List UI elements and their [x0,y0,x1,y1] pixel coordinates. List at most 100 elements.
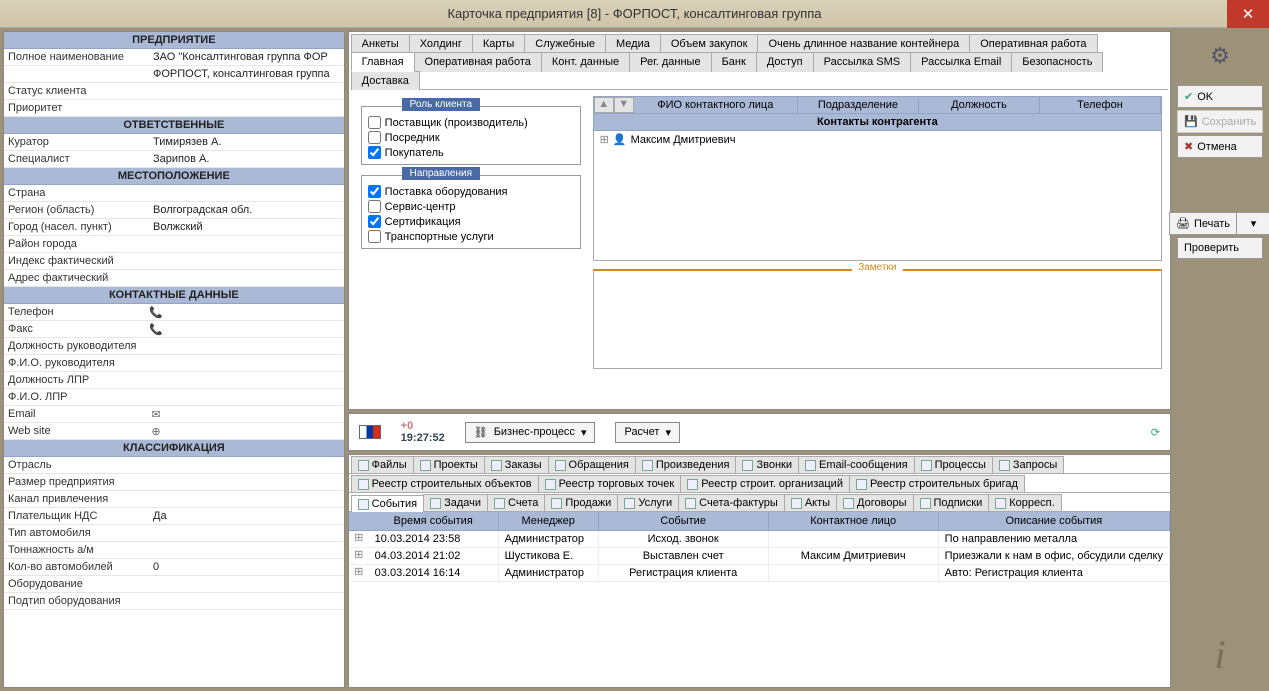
tab-Оперативная работа[interactable]: Оперативная работа [969,34,1097,53]
property-value[interactable] [149,345,344,347]
tab-Безопасность[interactable]: Безопасность [1011,52,1103,72]
calc-combo[interactable]: Расчет ▾ [615,422,680,443]
property-row[interactable]: ФОРПОСТ, консалтинговая группа [4,66,344,83]
property-value[interactable] [149,464,344,466]
tab-Очень длинное название контейнера[interactable]: Очень длинное название контейнера [757,34,970,53]
checkbox-Посредник[interactable]: Посредник [368,130,574,145]
checkbox-Поставка оборудования[interactable]: Поставка оборудования [368,184,574,199]
mini-tab-Счета[interactable]: Счета [487,494,545,511]
property-row[interactable]: КураторТимирязев А. [4,134,344,151]
property-value[interactable]: Зарипов А. [149,152,344,166]
mini-tab-Реестр строительных объектов[interactable]: Реестр строительных объектов [351,475,539,492]
property-row[interactable]: Подтип оборудования [4,593,344,610]
mini-tab-Звонки[interactable]: Звонки [735,456,799,473]
property-value[interactable] [149,107,344,109]
tab-Медиа[interactable]: Медиа [605,34,661,53]
checkbox-input[interactable] [368,131,381,144]
property-row[interactable]: Тип автомобиля [4,525,344,542]
property-row[interactable]: Индекс фактический [4,253,344,270]
col-event[interactable]: Событие [599,512,769,530]
property-value[interactable] [163,430,344,432]
mini-tab-Процессы[interactable]: Процессы [914,456,993,473]
col-manager[interactable]: Менеджер [499,512,599,530]
property-row[interactable]: Оборудование [4,576,344,593]
property-value[interactable] [163,328,344,330]
property-value[interactable] [149,243,344,245]
property-row[interactable]: Отрасль [4,457,344,474]
mini-tab-Продажи[interactable]: Продажи [544,494,618,511]
property-value[interactable] [163,413,344,415]
property-value[interactable]: ФОРПОСТ, консалтинговая группа [149,67,344,81]
move-up-button[interactable]: ▲ [594,97,614,113]
tab-Рассылка SMS[interactable]: Рассылка SMS [813,52,911,72]
tab-Банк[interactable]: Банк [711,52,757,72]
info-icon[interactable]: i [1176,631,1264,678]
tab-Доступ[interactable]: Доступ [756,52,814,72]
col-phone[interactable]: Телефон [1040,97,1161,113]
checkbox-input[interactable] [368,215,381,228]
property-row[interactable]: Адрес фактический [4,270,344,287]
col-fio[interactable]: ФИО контактного лица [634,97,798,113]
property-row[interactable]: Приоритет [4,100,344,117]
mini-tab-Задачи[interactable]: Задачи [423,494,488,511]
tab-Объем закупок[interactable]: Объем закупок [660,34,759,53]
mini-tab-Запросы[interactable]: Запросы [992,456,1064,473]
property-row[interactable]: Кол-во автомобилей0 [4,559,344,576]
mini-tab-Произведения[interactable]: Произведения [635,456,737,473]
expand-icon[interactable]: ⊞ [349,531,369,547]
checkbox-input[interactable] [368,146,381,159]
property-value[interactable] [149,192,344,194]
tab-Конт. данные[interactable]: Конт. данные [541,52,630,72]
tab-Доставка[interactable]: Доставка [351,71,420,90]
mini-tab-Корресп.[interactable]: Корресп. [988,494,1061,511]
property-row[interactable]: Плательщик НДСДа [4,508,344,525]
property-value[interactable] [163,311,344,313]
print-button[interactable]: 🖨Печать [1169,212,1237,235]
property-value[interactable] [149,90,344,92]
mini-tab-Подписки[interactable]: Подписки [913,494,990,511]
property-value[interactable]: ЗАО "Консалтинговая группа ФОР [149,50,344,64]
mini-tab-Услуги[interactable]: Услуги [617,494,679,511]
tab-Оперативная работа[interactable]: Оперативная работа [414,52,542,72]
gear-icon[interactable]: ⚙ [1210,43,1230,69]
mini-tab-Реестр строительных бригад[interactable]: Реестр строительных бригад [849,475,1025,492]
property-row[interactable]: Полное наименованиеЗАО "Консалтинговая г… [4,49,344,66]
tab-Главная[interactable]: Главная [351,52,415,72]
contacts-list[interactable]: ⊞ 👤 Максим Дмитриевич [593,131,1162,261]
checkbox-input[interactable] [368,200,381,213]
ok-button[interactable]: ✔OK [1177,85,1263,108]
tab-Служебные[interactable]: Служебные [524,34,606,53]
save-button[interactable]: 💾Сохранить [1177,110,1263,133]
property-row[interactable]: Ф.И.О. ЛПР [4,389,344,406]
col-dept[interactable]: Подразделение [798,97,919,113]
col-desc[interactable]: Описание события [939,512,1170,530]
tab-Холдинг[interactable]: Холдинг [409,34,473,53]
col-pos[interactable]: Должность [919,97,1040,113]
mini-tab-Обращения[interactable]: Обращения [548,456,636,473]
property-row[interactable]: Город (насел. пункт)Волжский [4,219,344,236]
expand-icon[interactable]: ⊞ [349,565,369,581]
notes-box[interactable]: Заметки [593,269,1162,369]
checkbox-Сертификация[interactable]: Сертификация [368,214,574,229]
property-value[interactable]: Волгоградская обл. [149,203,344,217]
close-button[interactable]: ✕ [1227,0,1269,28]
mini-tab-Счета-фактуры[interactable]: Счета-фактуры [678,494,785,511]
property-row[interactable]: Канал привлечения [4,491,344,508]
contact-row[interactable]: ⊞ 👤 Максим Дмитриевич [594,131,1161,148]
property-value[interactable] [149,600,344,602]
mini-tab-Акты[interactable]: Акты [784,494,837,511]
property-row[interactable]: Страна [4,185,344,202]
property-value[interactable] [149,362,344,364]
property-row[interactable]: Размер предприятия [4,474,344,491]
mini-tab-Реестр торговых точек[interactable]: Реестр торговых точек [538,475,682,492]
checkbox-Поставщик (производитель)[interactable]: Поставщик (производитель) [368,115,574,130]
mini-tab-Файлы[interactable]: Файлы [351,456,414,473]
property-value[interactable] [149,583,344,585]
checkbox-input[interactable] [368,230,381,243]
property-row[interactable]: Факс📞 [4,321,344,338]
tab-Карты[interactable]: Карты [472,34,525,53]
tab-Рассылка Email[interactable]: Рассылка Email [910,52,1012,72]
property-row[interactable]: Регион (область)Волгоградская обл. [4,202,344,219]
property-value[interactable] [149,498,344,500]
property-row[interactable]: Должность ЛПР [4,372,344,389]
